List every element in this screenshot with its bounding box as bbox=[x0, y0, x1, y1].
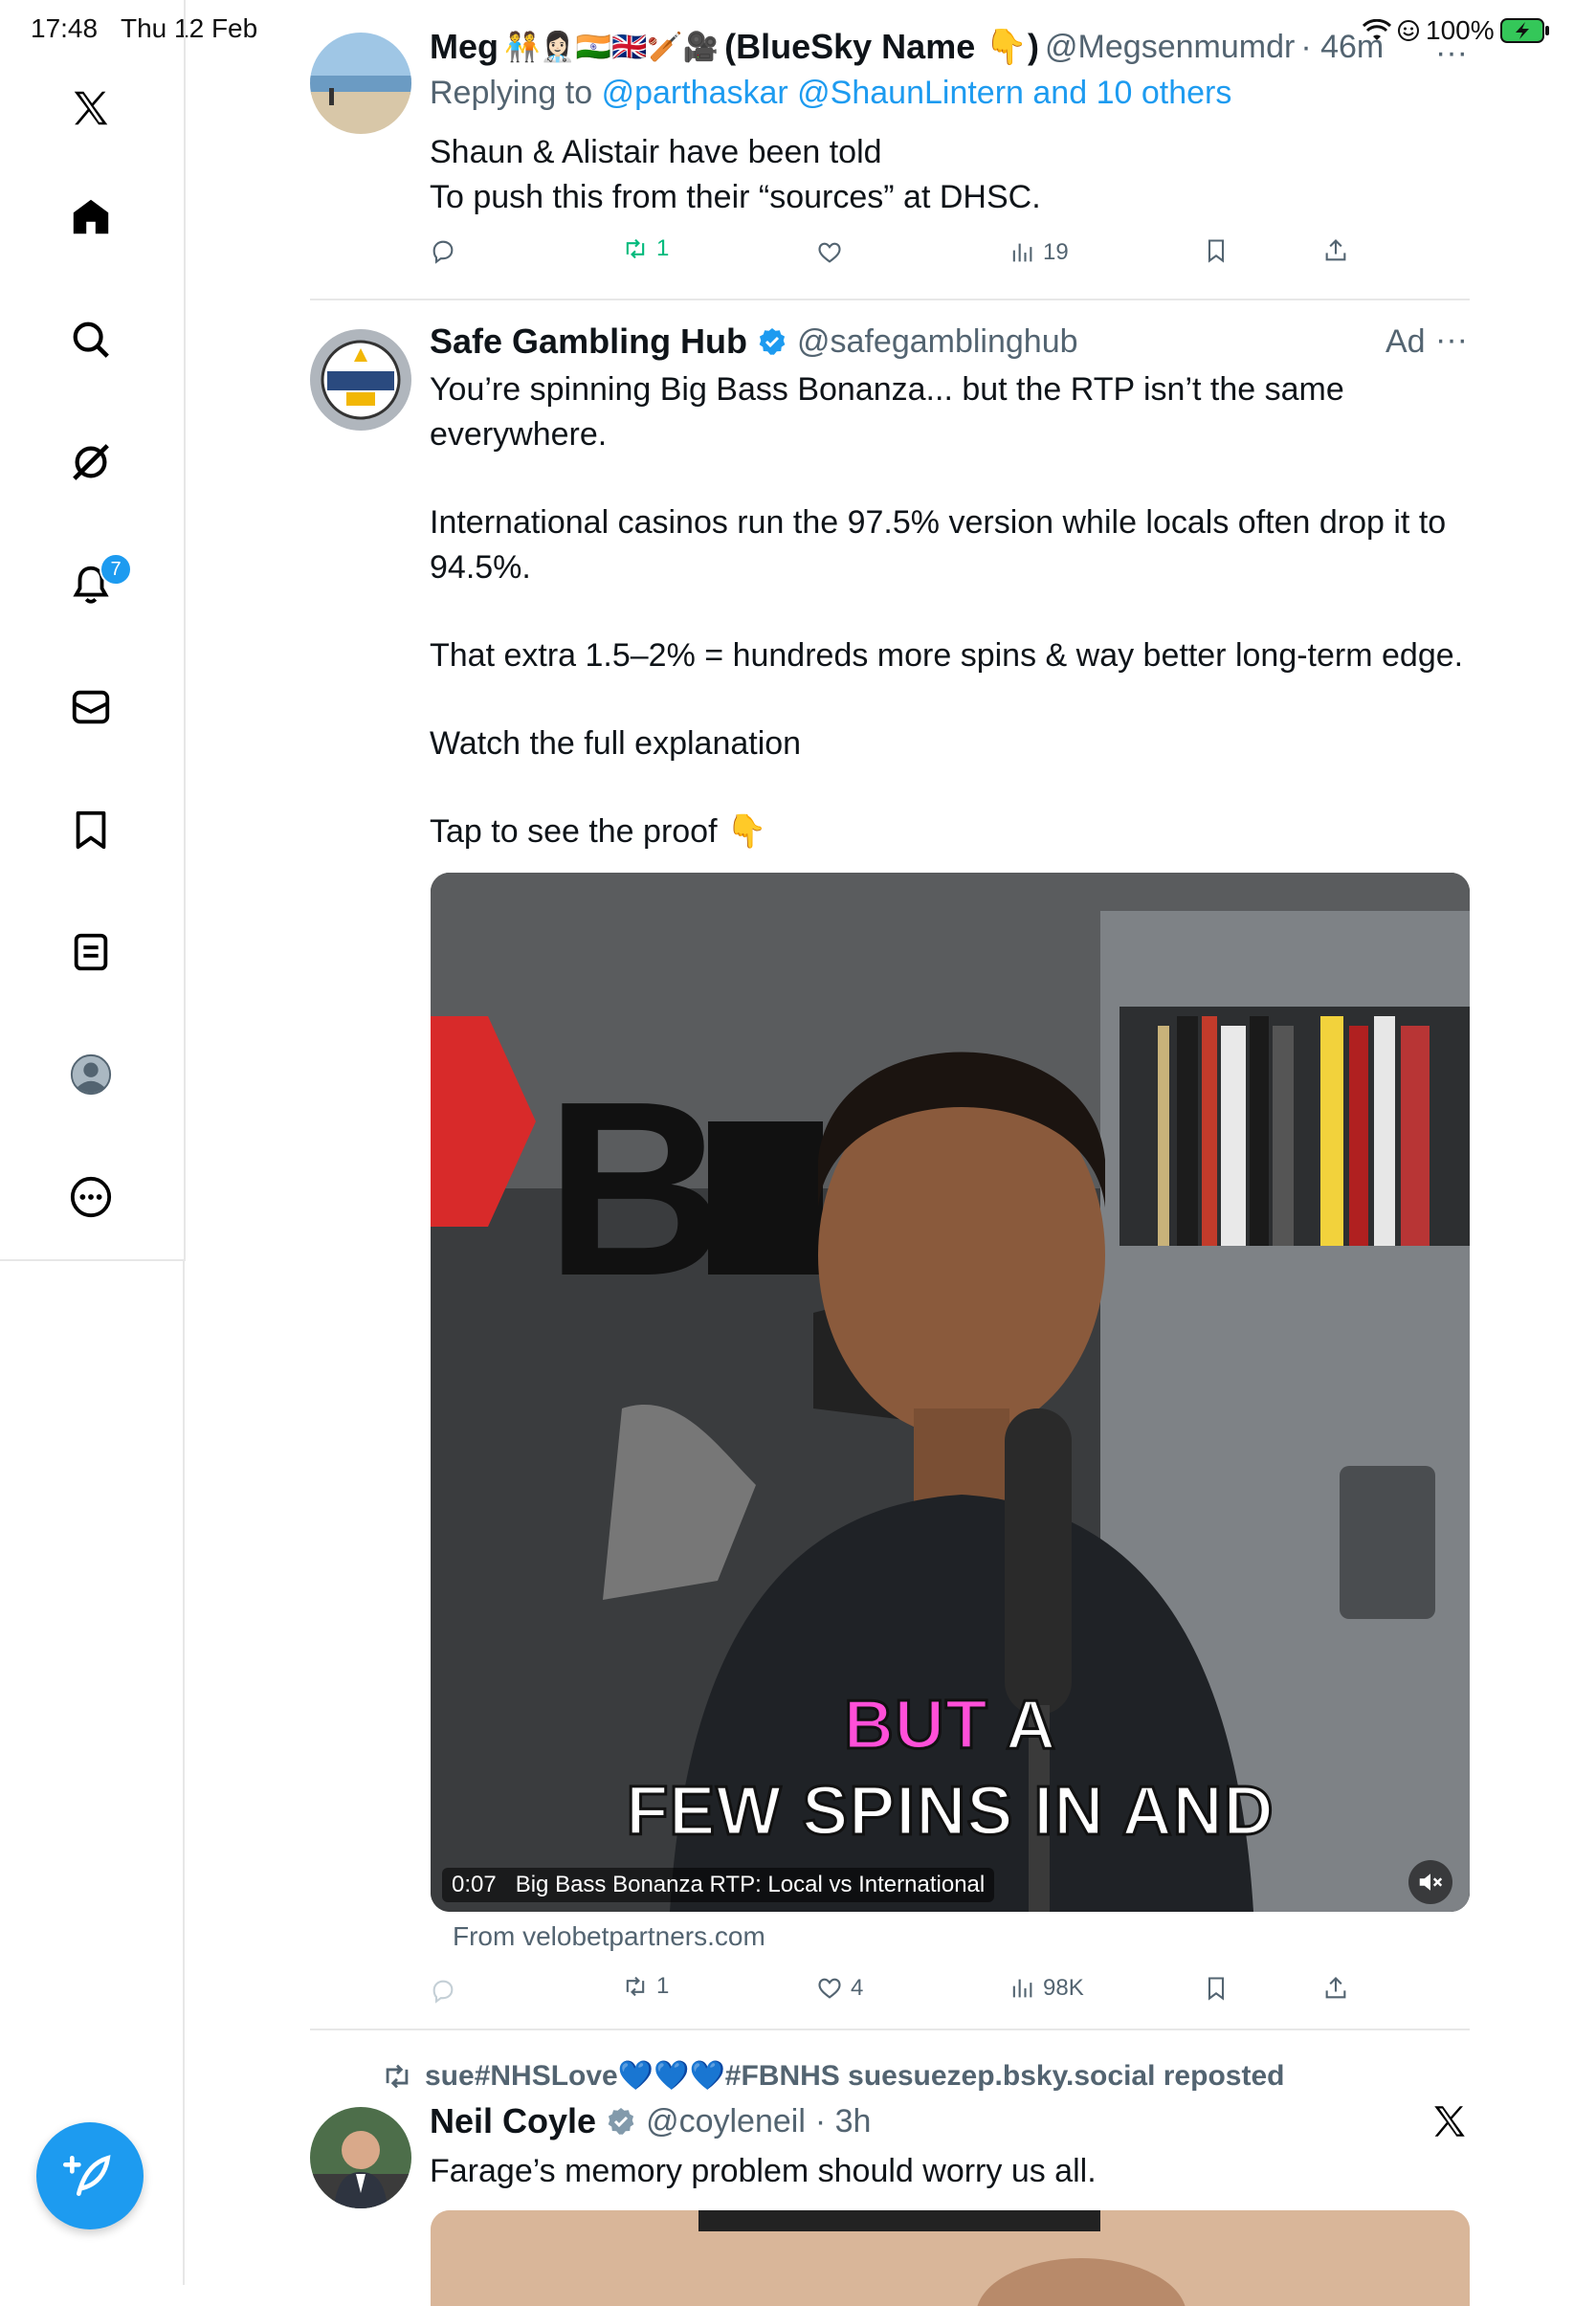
video-caption-highlight: BUT bbox=[842, 1686, 988, 1765]
share-button[interactable] bbox=[1322, 1975, 1349, 2002]
retweet-button[interactable]: 1 bbox=[622, 235, 669, 262]
sidebar-divider bbox=[183, 1259, 185, 2285]
tweet-time[interactable]: · 46m bbox=[1300, 29, 1384, 66]
retweet-icon bbox=[626, 238, 645, 259]
bookmark-button[interactable] bbox=[1203, 237, 1230, 264]
lists-icon[interactable] bbox=[63, 924, 119, 980]
x-logo-icon[interactable] bbox=[63, 80, 119, 136]
tweet-header: Meg 🧑‍🤝‍🧑👩🏻‍⚕️🇮🇳🇬🇧🏏🎥 (BlueSky Name 👇) @M… bbox=[430, 27, 1415, 67]
share-button[interactable] bbox=[1322, 237, 1349, 264]
battery-icon bbox=[1499, 18, 1549, 43]
author-name[interactable]: Neil Coyle bbox=[430, 2101, 596, 2141]
media-preview-frame bbox=[431, 2210, 1470, 2306]
tweet-paragraph: Watch the full explanation bbox=[430, 725, 802, 762]
avatar[interactable] bbox=[310, 329, 411, 431]
more-icon[interactable] bbox=[63, 1169, 119, 1225]
compose-icon bbox=[63, 2155, 111, 2196]
bookmark-icon bbox=[1208, 1977, 1225, 2001]
tweet-header: Safe Gambling Hub @safegamblinghub bbox=[430, 322, 1078, 362]
tweet-text-line: Shaun & Alistair have been told bbox=[430, 134, 882, 170]
like-button[interactable]: 4 bbox=[816, 1975, 863, 2002]
like-count: 4 bbox=[851, 1975, 864, 2001]
home-icon[interactable] bbox=[63, 189, 119, 245]
share-icon bbox=[1325, 1977, 1346, 1999]
heart-icon bbox=[818, 1978, 841, 1999]
retweet-icon bbox=[386, 2064, 409, 2088]
ad-label: Ad bbox=[1385, 323, 1426, 360]
reply-context: Replying to @parthaskar @ShaunLintern an… bbox=[430, 75, 1231, 112]
tweet-text: Shaun & Alistair have been told To push … bbox=[430, 130, 1041, 220]
tweet-text: You’re spinning Big Bass Bonanza... but … bbox=[430, 367, 1473, 854]
views-button[interactable]: 19 bbox=[1009, 239, 1069, 266]
author-handle[interactable]: @safegamblinghub bbox=[797, 323, 1077, 361]
reply-icon bbox=[432, 1980, 454, 2004]
video-time: 0:07 bbox=[442, 1868, 506, 1902]
avatar[interactable] bbox=[310, 33, 411, 134]
share-icon bbox=[1325, 239, 1346, 261]
views-icon bbox=[1012, 243, 1032, 262]
profile-icon[interactable] bbox=[63, 1047, 119, 1102]
repost-context: sue#NHSLove💙💙💙#FBNHS suesuezep.bsky.soci… bbox=[381, 2059, 1284, 2093]
reply-mentions[interactable]: @parthaskar @ShaunLintern and 10 others bbox=[602, 75, 1232, 111]
tweet-paragraph: International casinos run the 97.5% vers… bbox=[430, 504, 1447, 586]
svg-text:B: B bbox=[545, 1051, 725, 1328]
bookmark-button[interactable] bbox=[1203, 1975, 1230, 2002]
bookmark-icon bbox=[1208, 239, 1225, 263]
retweet-count: 1 bbox=[656, 1973, 670, 1999]
grok-icon[interactable] bbox=[63, 434, 119, 490]
divider bbox=[310, 299, 1470, 300]
retweet-count: 1 bbox=[656, 235, 670, 261]
tweet-paragraph: You’re spinning Big Bass Bonanza... but … bbox=[430, 371, 1344, 453]
muted-speaker-icon bbox=[1419, 1874, 1443, 1891]
views-count: 98K bbox=[1043, 1975, 1084, 2001]
reposted-by-text[interactable]: sue#NHSLove💙💙💙#FBNHS suesuezep.bsky.soci… bbox=[425, 2059, 1284, 2093]
more-options-icon[interactable]: ··· bbox=[1435, 34, 1468, 72]
tweet-header: Neil Coyle @coyleneil · 3h bbox=[430, 2101, 871, 2141]
mute-button[interactable] bbox=[1408, 1860, 1452, 1904]
author-handle[interactable]: @coyleneil bbox=[646, 2103, 806, 2140]
author-name[interactable]: Meg bbox=[430, 27, 499, 67]
tweet-paragraph: Tap to see the proof 👇 bbox=[430, 813, 767, 850]
more-options-icon[interactable]: ··· bbox=[1435, 322, 1468, 359]
video-caption-line2: FEW SPINS IN AND bbox=[625, 1772, 1275, 1851]
author-name[interactable]: Safe Gambling Hub bbox=[430, 322, 747, 362]
author-handle[interactable]: @Megsenmumdr bbox=[1045, 29, 1295, 66]
reply-button[interactable] bbox=[430, 1977, 456, 2004]
compose-button[interactable] bbox=[36, 2122, 144, 2229]
tweet-media-preview[interactable] bbox=[431, 2210, 1470, 2306]
mail-icon[interactable] bbox=[63, 679, 119, 735]
author-emoji: 🧑‍🤝‍🧑👩🏻‍⚕️🇮🇳🇬🇧🏏🎥 bbox=[504, 31, 720, 63]
video-player[interactable]: B BUT A FEW SPINS IN AND 0:07 Big Bass B… bbox=[431, 873, 1470, 1912]
retweet-icon bbox=[626, 1976, 645, 1997]
tweet-time[interactable]: · 3h bbox=[815, 2103, 872, 2140]
like-button[interactable] bbox=[816, 239, 843, 266]
verified-gray-icon bbox=[608, 2108, 634, 2135]
divider bbox=[310, 2029, 1470, 2030]
views-count: 19 bbox=[1043, 239, 1069, 265]
reply-prefix: Replying to bbox=[430, 75, 593, 111]
author-name-suffix: (BlueSky Name 👇) bbox=[724, 27, 1040, 66]
tweet-paragraph: That extra 1.5–2% = hundreds more spins … bbox=[430, 637, 1464, 674]
ad-source-link[interactable]: From velobetpartners.com bbox=[453, 1921, 765, 1952]
retweet-button[interactable]: 1 bbox=[622, 1973, 669, 2000]
tweet-text-line: To push this from their “sources” at DHS… bbox=[430, 179, 1041, 215]
tweet-text: Farage’s memory problem should worry us … bbox=[430, 2153, 1097, 2189]
heart-icon bbox=[818, 242, 841, 263]
video-title: Big Bass Bonanza RTP: Local vs Internati… bbox=[505, 1868, 995, 1902]
video-info-bar: 0:07 Big Bass Bonanza RTP: Local vs Inte… bbox=[442, 1868, 995, 1902]
reply-icon bbox=[432, 240, 454, 264]
x-logo-icon bbox=[1430, 2101, 1470, 2146]
views-icon bbox=[1012, 1979, 1032, 1998]
notification-badge: 7 bbox=[100, 553, 132, 586]
bookmark-icon[interactable] bbox=[63, 802, 119, 857]
views-button[interactable]: 98K bbox=[1009, 1975, 1084, 2002]
video-caption-line1: BUT A bbox=[431, 1686, 1470, 1765]
search-icon[interactable] bbox=[63, 312, 119, 367]
reply-button[interactable] bbox=[430, 237, 456, 264]
video-caption-text: A bbox=[1005, 1686, 1057, 1765]
avatar[interactable] bbox=[310, 2107, 411, 2208]
verified-icon bbox=[759, 328, 786, 355]
